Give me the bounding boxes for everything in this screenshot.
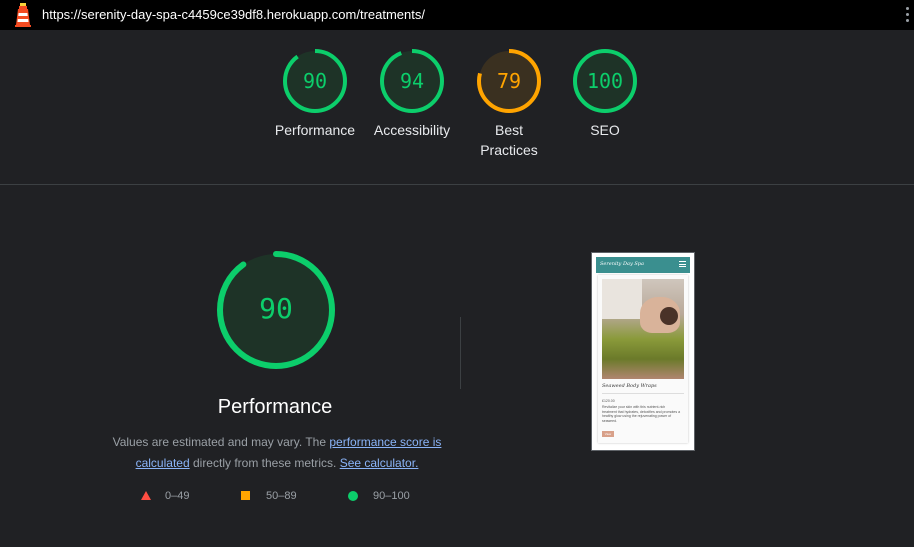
gauge-ring: 100 [573,49,637,113]
circle-icon [348,491,358,501]
category-score: 94 [400,69,424,93]
performance-description: Values are estimated and may vary. The p… [112,432,442,474]
screenshot-text: Revitalize your skin with this nutrient-… [602,405,681,423]
triangle-icon [141,491,151,500]
lighthouse-icon [15,3,31,27]
screenshot-button: View [602,431,614,437]
see-calculator-link[interactable]: See calculator. [340,456,419,470]
divider [460,317,461,389]
page-screenshot[interactable]: Serenity Day Spa Seaweed Body Wraps £120… [591,252,695,451]
screenshot-navbar: Serenity Day Spa [596,257,690,273]
performance-title: Performance [217,396,333,418]
category-label: Performance [274,122,356,138]
hamburger-menu-icon [679,261,686,269]
legend-fail-range: 0–49 [165,490,190,502]
category-score: 100 [587,69,623,93]
screenshot-card-title: Seaweed Body Wraps [602,383,657,389]
performance-score: 90 [259,292,293,325]
category-score: 79 [497,69,521,93]
square-icon [241,491,250,500]
category-gauge-best-practices[interactable]: 79 Best Practices [454,48,564,160]
category-gauge-performance[interactable]: 90 Performance [260,48,370,140]
category-score: 90 [303,69,327,93]
legend-pass-range: 90–100 [373,490,410,502]
screenshot-card: Seaweed Body Wraps £120.00 Revitalize yo… [598,275,688,443]
kebab-menu-icon[interactable] [905,7,911,25]
scores-header: 90 Performance 94 Accessibility 79 Best Pract… [0,30,914,185]
legend-average: 50–89 [240,490,297,502]
category-label: Accessibility [373,122,451,138]
legend-pass: 90–100 [347,490,410,502]
screenshot-brand: Serenity Day Spa [600,261,644,267]
legend-fail: 0–49 [140,490,189,502]
desc-prefix: Values are estimated and may vary. The [112,435,330,449]
legend-average-range: 50–89 [266,490,297,502]
category-gauge-seo[interactable]: 100 SEO [550,48,660,140]
page-url[interactable]: https://serenity-day-spa-c4459ce39df8.he… [42,7,425,22]
gauge-ring: 94 [380,49,444,113]
performance-gauge[interactable]: 90 [214,248,338,372]
desc-middle: directly from these metrics. [189,456,340,470]
gauge-ring: 90 [283,49,347,113]
browser-bar: https://serenity-day-spa-c4459ce39df8.he… [0,0,914,30]
category-label: Best Practices [480,122,538,158]
category-label: SEO [590,122,620,138]
screenshot-price: £120.00 [602,399,615,403]
screenshot-divider [602,393,684,394]
treatment-image [602,279,684,379]
category-gauge-accessibility[interactable]: 94 Accessibility [357,48,467,140]
gauge-ring: 79 [477,49,541,113]
